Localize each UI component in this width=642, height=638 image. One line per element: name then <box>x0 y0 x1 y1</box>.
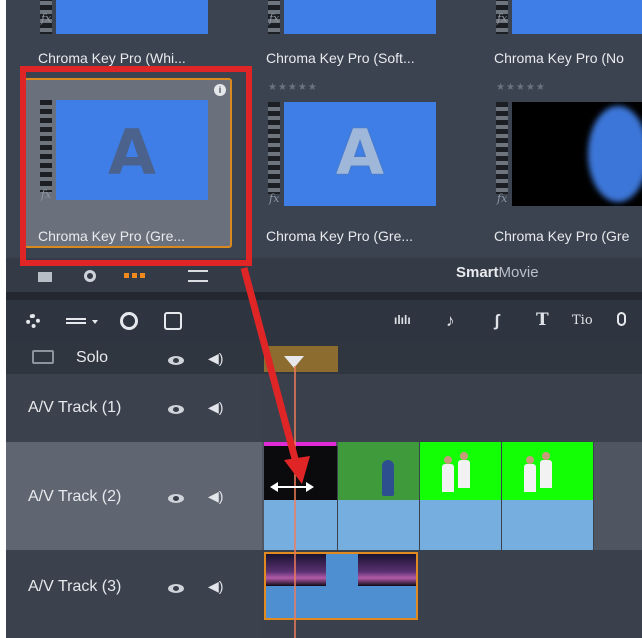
stack-icon[interactable] <box>164 312 182 330</box>
eye-icon[interactable] <box>168 356 184 365</box>
person-figure <box>442 456 454 496</box>
video-clip-greenscreen-1[interactable] <box>420 442 502 550</box>
effect-tile-white[interactable]: fx <box>36 0 208 34</box>
eye-icon[interactable] <box>168 494 184 503</box>
video-clip-black[interactable] <box>264 446 338 550</box>
effect-label: Chroma Key Pro (Gre <box>494 228 630 244</box>
effect-label: Chroma Key Pro (No <box>494 50 624 66</box>
smartmovie-rest: Movie <box>498 264 539 281</box>
track-name-av1: A/V Track (1) <box>28 399 122 416</box>
effect-tile-green-2[interactable]: A fx <box>264 98 436 208</box>
effect-tile-no[interactable]: fx <box>492 0 642 34</box>
link-icon[interactable] <box>84 270 96 282</box>
person-figure <box>458 452 470 492</box>
effect-tile-green-3[interactable]: fx <box>492 98 642 208</box>
blurred-shape <box>588 106 642 202</box>
speaker-icon[interactable]: ◀) <box>208 399 223 416</box>
solo-icon[interactable] <box>32 350 54 364</box>
track-name-av3: A/V Track (3) <box>28 578 122 595</box>
galaxy-thumb <box>266 554 326 586</box>
track-name-av2: A/V Track (2) <box>28 488 122 505</box>
fx-icon: fx <box>269 12 280 25</box>
list-icon[interactable] <box>66 318 86 324</box>
rating-stars: ★★★★★ <box>268 82 318 93</box>
title-icon[interactable]: T <box>536 312 549 329</box>
effect-tile-soft[interactable]: fx <box>264 0 436 34</box>
video-clip-green-figure[interactable] <box>338 442 420 550</box>
music-note-icon[interactable]: ♪ <box>446 312 455 329</box>
pinnacle-editor-window: fx fx fx Chroma Key Pro (Whi... Chroma K… <box>0 0 642 638</box>
annotation-highlight-box <box>20 66 252 266</box>
figure-silhouette <box>382 460 394 496</box>
fx-icon: fx <box>41 12 52 25</box>
menu-icon[interactable] <box>188 270 208 282</box>
smartmovie-bold: Smart <box>456 264 499 281</box>
eye-icon[interactable] <box>168 584 184 593</box>
record-icon[interactable] <box>120 312 138 330</box>
panel-divider[interactable] <box>6 292 642 300</box>
fx-icon: fx <box>497 12 508 25</box>
thumb-letter: A <box>336 116 384 189</box>
chevron-down-icon[interactable] <box>92 320 98 324</box>
speaker-icon[interactable]: ◀) <box>208 578 223 595</box>
track-name-solo: Solo <box>76 349 109 366</box>
person-figure <box>524 456 536 496</box>
settings-icon[interactable] <box>26 314 40 328</box>
script-icon[interactable]: ʃ <box>494 312 500 329</box>
title-small-icon[interactable]: Tio <box>572 312 593 329</box>
color-filter-icon[interactable] <box>124 273 146 278</box>
person-figure <box>540 452 552 492</box>
effect-label: Chroma Key Pro (Whi... <box>38 50 186 66</box>
fx-icon: fx <box>269 192 280 205</box>
view-toggle-icon[interactable] <box>38 272 52 282</box>
speaker-icon[interactable]: ◀) <box>208 488 223 505</box>
rating-stars: ★★★★★ <box>496 82 546 93</box>
fx-icon: fx <box>497 192 508 205</box>
microphone-icon[interactable] <box>617 312 626 326</box>
lane-av1[interactable] <box>262 374 642 442</box>
effect-label: Chroma Key Pro (Soft... <box>266 50 415 66</box>
video-clip-galaxy[interactable] <box>264 552 418 620</box>
video-clip-greenscreen-2[interactable] <box>502 442 594 550</box>
effect-label: Chroma Key Pro (Gre... <box>266 228 414 244</box>
eye-icon[interactable] <box>168 405 184 414</box>
speaker-icon[interactable]: ◀) <box>208 350 223 367</box>
audio-levels-icon[interactable]: ılılı <box>394 312 411 329</box>
playhead-handle[interactable] <box>284 356 304 368</box>
galaxy-thumb <box>358 554 416 586</box>
smartmovie-button[interactable]: SmartMovie <box>456 264 539 281</box>
